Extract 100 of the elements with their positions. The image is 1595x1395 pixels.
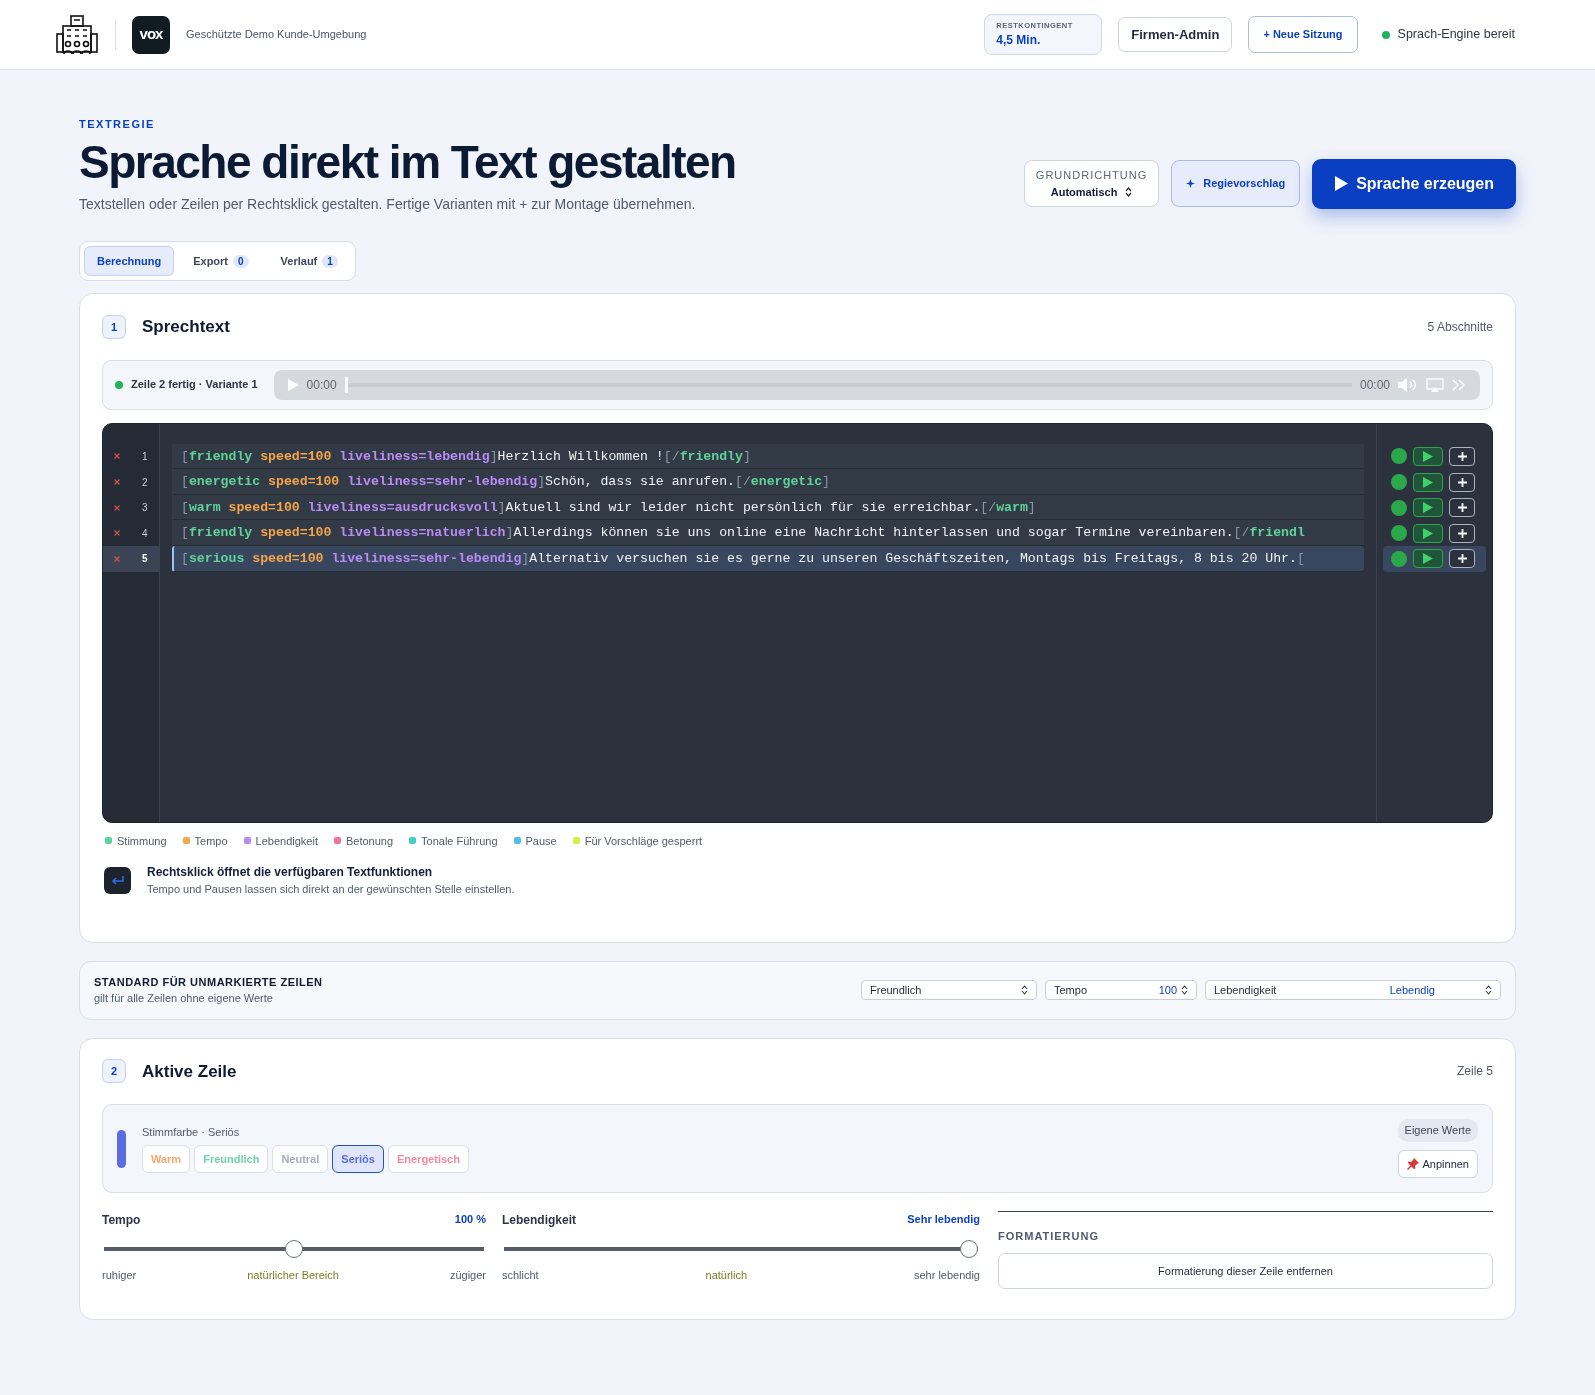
slider-label: Lebendigkeit (502, 1212, 576, 1230)
scale-label: natürlicher Bereich (247, 1268, 339, 1284)
step-number: 2 (102, 1059, 126, 1084)
return-arrow-icon (110, 875, 125, 886)
line-number: 5 (142, 552, 148, 567)
line-number: 4 (142, 526, 148, 541)
status-dot (1391, 448, 1407, 465)
play-icon (1423, 527, 1433, 539)
admin-button[interactable]: Firmen-Admin (1118, 16, 1233, 53)
line-number: 1 (142, 450, 148, 464)
legend-label: Tonale Führung (421, 833, 498, 849)
play-icon (1423, 451, 1433, 462)
suggestion-button[interactable]: Regievorschlag (1171, 160, 1301, 207)
scale-label: sehr lebendig (913, 1268, 980, 1284)
status-dot (1381, 30, 1390, 39)
legend-label: Betonung (345, 833, 394, 849)
line-number: 2 (142, 475, 148, 490)
tempo-field[interactable]: Tempo 100 (1045, 980, 1197, 1001)
defaults-title: STANDARD FÜR UNMARKIERTE ZEILEN (94, 974, 323, 990)
custom-values-badge: Eigene Werte (1397, 1119, 1478, 1142)
plus-icon (1457, 452, 1467, 461)
section-meta: 5 Abschnitte (1427, 318, 1493, 336)
formatting-title: FORMATIERUNG (998, 1229, 1100, 1245)
voice-color-bar (117, 1129, 126, 1168)
plus-icon (1457, 477, 1467, 487)
scale-label: schlicht (502, 1268, 539, 1284)
slider-thumb[interactable] (285, 1240, 303, 1259)
section-meta: Zeile 5 (1456, 1063, 1493, 1081)
page-subtitle: Textstellen oder Zeilen per Rechtsklick gestalten. Fertige Varianten mit + zur Montage übernehmen. (79, 194, 697, 214)
hint-title: Rechtsklick öffnet die verfügbaren Textfunktionen (147, 864, 434, 882)
office-building-icon (55, 13, 99, 56)
add-button[interactable] (1449, 523, 1475, 543)
tab[interactable]: Berechnung (84, 245, 175, 277)
step-number: 1 (102, 314, 126, 339)
progress-thumb[interactable] (344, 376, 348, 393)
close-icon[interactable] (114, 555, 120, 562)
voice-label: Stimmfarbe · Seriös (142, 1125, 241, 1141)
page-title: Sprache direkt im Text gestalten (79, 134, 736, 190)
section-title: Sprechtext (142, 316, 230, 339)
add-button[interactable] (1449, 549, 1475, 569)
close-icon[interactable] (114, 530, 120, 537)
liveliness-select[interactable]: Lebendigkeit Lebendig (1205, 980, 1501, 1001)
tab[interactable]: Verlauf 1 (267, 245, 351, 277)
section-title: Aktive Zeile (142, 1060, 237, 1083)
slider-reading: Sehr lebendig (907, 1212, 980, 1228)
play-line-button[interactable] (1413, 549, 1443, 569)
voice-option[interactable]: Seriös (332, 1144, 384, 1174)
add-button[interactable] (1449, 472, 1475, 492)
sparkle-icon (1186, 179, 1196, 189)
code-editor[interactable] (102, 422, 1493, 823)
status-dot (1391, 474, 1407, 491)
legend-label: Pause (525, 833, 557, 849)
line-number: 3 (142, 501, 148, 516)
hint-text: Tempo und Pausen lassen sich direkt an der gewünschten Stelle einstellen. (147, 882, 515, 898)
status-dot (115, 380, 123, 389)
defaults-subtitle: gilt für alle Zeilen ohne eigene Werte (94, 991, 274, 1007)
scale-label: natürlich (705, 1268, 748, 1284)
play-icon (1423, 553, 1433, 565)
direction-select[interactable]: GRUNDRICHTUNG Automatisch (1023, 160, 1160, 208)
plus-icon (1457, 554, 1467, 564)
generate-button[interactable]: Sprache erzeugen (1312, 158, 1516, 209)
quota-value: 4,5 Min. (996, 32, 1042, 50)
scale-label: zügiger (449, 1268, 486, 1284)
play-line-button[interactable] (1413, 523, 1443, 543)
slider-label: Tempo (102, 1212, 141, 1230)
tab[interactable]: Export 0 (180, 245, 262, 277)
chevron-updown-icon (1021, 985, 1028, 996)
pin-button[interactable]: Anpinnen (1397, 1149, 1478, 1179)
new-session-button[interactable]: + Neue Sitzung (1248, 16, 1358, 53)
pin-icon (1406, 1157, 1419, 1170)
add-button[interactable] (1449, 498, 1475, 518)
section-eyebrow: TEXTREGIE (79, 117, 156, 132)
close-icon[interactable] (114, 479, 120, 486)
chevron-updown-icon (1181, 985, 1188, 996)
legend-label: Lebendigkeit (255, 833, 318, 849)
play-icon (1334, 176, 1349, 192)
play-line-button[interactable] (1413, 472, 1443, 492)
legend-label: Tempo (194, 833, 228, 849)
slider-thumb[interactable] (960, 1240, 978, 1259)
plus-icon (1457, 528, 1467, 538)
close-icon[interactable] (114, 453, 120, 460)
environment-label: Geschützte Demo Kunde-Umgebung (186, 27, 367, 43)
chevron-updown-icon (1485, 985, 1492, 996)
play-line-button[interactable] (1413, 447, 1443, 466)
remove-formatting-button[interactable]: Formatierung dieser Zeile entfernen (998, 1252, 1493, 1290)
mood-select[interactable]: Freundlich (861, 980, 1037, 1001)
logo: vox (132, 15, 170, 54)
player-status: Zeile 2 fertig · Variante 1 (131, 377, 258, 393)
legend-label: Für Vorschläge gesperrt (584, 833, 703, 849)
close-icon[interactable] (114, 504, 120, 511)
play-icon (1423, 476, 1433, 488)
status-dot (1391, 550, 1407, 567)
plus-icon (1457, 503, 1467, 513)
slider-reading: 100 % (454, 1212, 486, 1228)
chevron-updown-icon (1125, 186, 1133, 197)
legend-label: Stimmung (117, 833, 167, 849)
add-button[interactable] (1449, 447, 1475, 466)
status-dot (1391, 525, 1407, 542)
current-time: 00:00 (306, 376, 337, 394)
play-line-button[interactable] (1413, 498, 1443, 518)
